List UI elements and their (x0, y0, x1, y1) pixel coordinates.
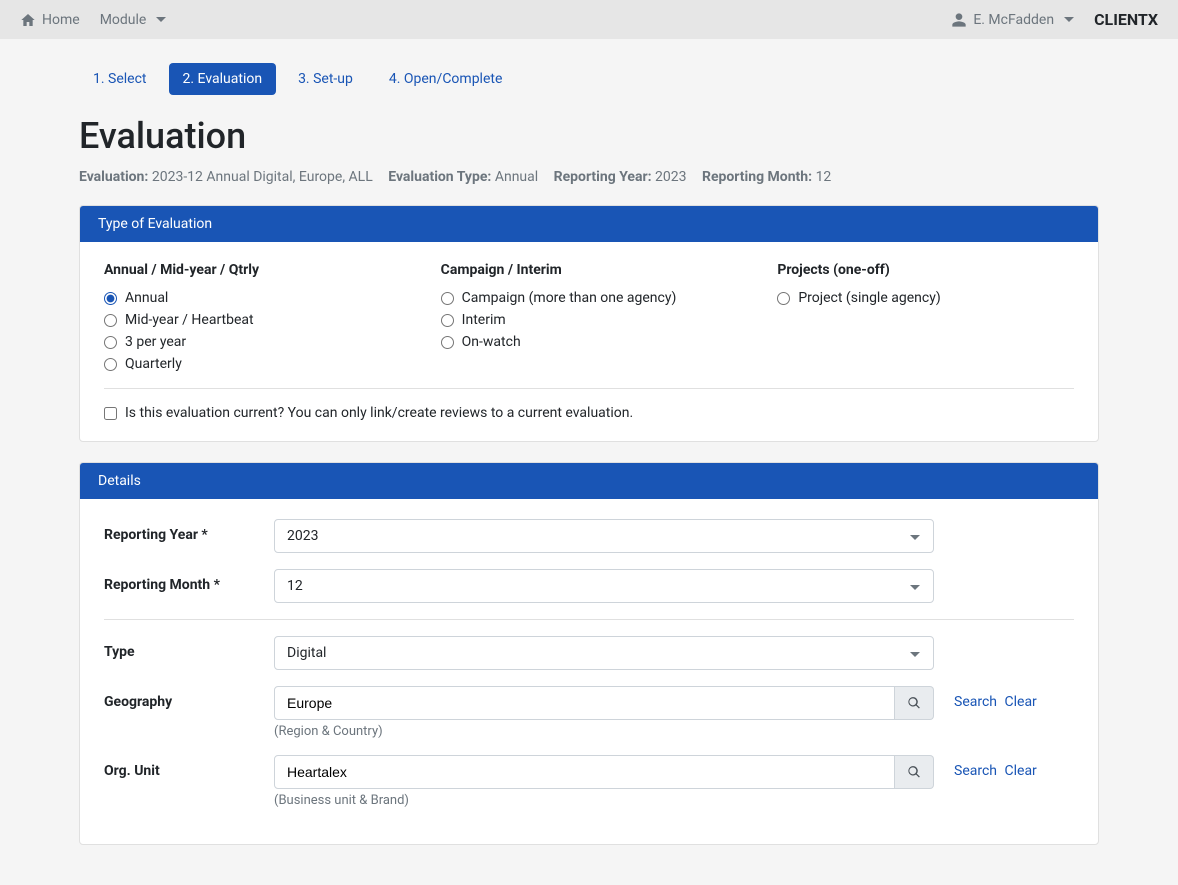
main-container: 1. Select 2. Evaluation 3. Set-up 4. Ope… (59, 39, 1119, 885)
type-of-evaluation-card: Type of Evaluation Annual / Mid-year / Q… (79, 205, 1099, 442)
radio-interim[interactable]: Interim (441, 312, 738, 328)
reporting-month-select[interactable]: 12 (274, 569, 934, 603)
radio-onwatch[interactable]: On-watch (441, 334, 738, 350)
reporting-month-value: 12 (274, 569, 934, 603)
current-evaluation-label: Is this evaluation current? You can only… (125, 405, 633, 421)
tab-select[interactable]: 1. Select (79, 63, 161, 95)
geography-helper: (Region & Country) (274, 724, 934, 739)
radio-annual-input[interactable] (104, 292, 117, 305)
form-row-geography: Geography (Region & Country) Search Clea… (104, 686, 1074, 739)
navbar-left: Home Module (20, 12, 166, 28)
radio-onwatch-input[interactable] (441, 336, 454, 349)
reporting-year-value: 2023 (274, 519, 934, 553)
geography-clear-link[interactable]: Clear (1005, 694, 1037, 710)
geography-search-link[interactable]: Search (954, 694, 997, 710)
meta-evaluation-label: Evaluation: (79, 169, 148, 185)
radio-project-label: Project (single agency) (798, 290, 940, 306)
nav-user-dropdown[interactable]: E. McFadden (951, 12, 1074, 28)
type-col-project: Projects (one-off) Project (single agenc… (777, 262, 1074, 372)
meta-month-label: Reporting Month: (702, 169, 812, 185)
details-card: Details Reporting Year * 2023 Reporting … (79, 462, 1099, 845)
radio-3peryear-input[interactable] (104, 336, 117, 349)
search-icon (907, 696, 921, 710)
type-select[interactable]: Digital (274, 636, 934, 670)
radio-interim-input[interactable] (441, 314, 454, 327)
meta-year-value: 2023 (655, 169, 686, 185)
radio-quarterly-label: Quarterly (125, 356, 182, 372)
form-row-type: Type Digital (104, 636, 1074, 670)
radio-campaign[interactable]: Campaign (more than one agency) (441, 290, 738, 306)
type-card-header: Type of Evaluation (80, 206, 1098, 242)
evaluation-meta: Evaluation: 2023-12 Annual Digital, Euro… (79, 169, 1099, 185)
radio-interim-label: Interim (462, 312, 506, 328)
user-icon (951, 12, 967, 28)
org-unit-search-link[interactable]: Search (954, 763, 997, 779)
details-card-header: Details (80, 463, 1098, 499)
type-col-campaign-heading: Campaign / Interim (441, 262, 738, 278)
brand-label: CLIENTX (1094, 10, 1158, 29)
radio-quarterly[interactable]: Quarterly (104, 356, 401, 372)
reporting-month-label: Reporting Month * (104, 569, 274, 593)
navbar-right: E. McFadden CLIENTX (951, 10, 1158, 29)
nav-module-label: Module (100, 12, 147, 28)
navbar: Home Module E. McFadden CLIENTX (0, 0, 1178, 39)
radio-campaign-input[interactable] (441, 292, 454, 305)
type-card-body: Annual / Mid-year / Qtrly Annual Mid-yea… (80, 242, 1098, 441)
type-col-campaign: Campaign / Interim Campaign (more than o… (441, 262, 738, 372)
tab-setup[interactable]: 3. Set-up (284, 63, 367, 95)
type-value: Digital (274, 636, 934, 670)
page-title: Evaluation (79, 115, 1099, 157)
geography-search-button[interactable] (895, 686, 934, 720)
radio-annual-label: Annual (125, 290, 168, 306)
wizard-tabs: 1. Select 2. Evaluation 3. Set-up 4. Ope… (79, 63, 1099, 95)
nav-user-label: E. McFadden (973, 12, 1054, 28)
reporting-year-label: Reporting Year * (104, 519, 274, 543)
radio-3peryear-label: 3 per year (125, 334, 186, 350)
meta-type-value: Annual (495, 169, 538, 185)
radio-campaign-label: Campaign (more than one agency) (462, 290, 677, 306)
org-unit-clear-link[interactable]: Clear (1005, 763, 1037, 779)
tab-evaluation[interactable]: 2. Evaluation (169, 63, 277, 95)
divider (104, 388, 1074, 389)
type-col-project-heading: Projects (one-off) (777, 262, 1074, 278)
home-icon (20, 12, 36, 28)
type-label: Type (104, 636, 274, 660)
radio-3peryear[interactable]: 3 per year (104, 334, 401, 350)
divider (104, 619, 1074, 620)
form-row-reporting-year: Reporting Year * 2023 (104, 519, 1074, 553)
tab-open-complete[interactable]: 4. Open/Complete (375, 63, 517, 95)
reporting-year-select[interactable]: 2023 (274, 519, 934, 553)
radio-onwatch-label: On-watch (462, 334, 521, 350)
details-card-body: Reporting Year * 2023 Reporting Month * … (80, 499, 1098, 844)
type-col-annual-heading: Annual / Mid-year / Qtrly (104, 262, 401, 278)
radio-project[interactable]: Project (single agency) (777, 290, 1074, 306)
geography-input[interactable] (274, 686, 895, 720)
radio-midyear-label: Mid-year / Heartbeat (125, 312, 254, 328)
form-row-reporting-month: Reporting Month * 12 (104, 569, 1074, 603)
nav-home-label: Home (42, 12, 80, 28)
current-evaluation-checkbox-row[interactable]: Is this evaluation current? You can only… (104, 405, 1074, 421)
org-unit-label: Org. Unit (104, 755, 274, 779)
nav-home[interactable]: Home (20, 12, 80, 28)
meta-year-label: Reporting Year: (554, 169, 652, 185)
meta-month-value: 12 (816, 169, 832, 185)
nav-module-dropdown[interactable]: Module (100, 12, 167, 28)
search-icon (907, 765, 921, 779)
type-col-annual: Annual / Mid-year / Qtrly Annual Mid-yea… (104, 262, 401, 372)
org-unit-helper: (Business unit & Brand) (274, 793, 934, 808)
radio-midyear-input[interactable] (104, 314, 117, 327)
meta-type-label: Evaluation Type: (388, 169, 491, 185)
radio-project-input[interactable] (777, 292, 790, 305)
meta-evaluation-value: 2023-12 Annual Digital, Europe, ALL (152, 169, 373, 185)
current-evaluation-checkbox[interactable] (104, 407, 117, 420)
org-unit-input[interactable] (274, 755, 895, 789)
radio-annual[interactable]: Annual (104, 290, 401, 306)
radio-quarterly-input[interactable] (104, 358, 117, 371)
org-unit-search-button[interactable] (895, 755, 934, 789)
geography-label: Geography (104, 686, 274, 710)
radio-midyear[interactable]: Mid-year / Heartbeat (104, 312, 401, 328)
